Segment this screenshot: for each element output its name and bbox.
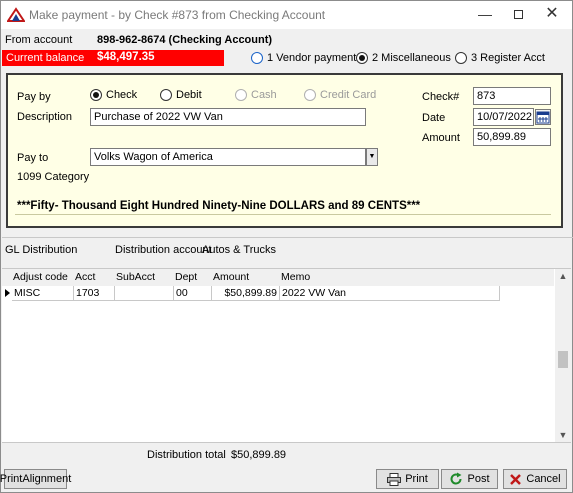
radio-circle-icon <box>160 89 172 101</box>
grid-header: Adjust code Acct SubAcct Dept Amount Mem… <box>2 269 554 286</box>
radio-credit-card: Credit Card <box>304 89 376 101</box>
amount-label: Amount <box>422 132 460 144</box>
col-acct[interactable]: Acct <box>75 271 95 283</box>
minimize-button[interactable]: — <box>468 1 502 29</box>
post-refresh-icon <box>451 472 462 485</box>
print-button[interactable]: Print <box>376 469 439 489</box>
check-panel: Pay by Check Debit Cash Credit Card Desc… <box>6 73 563 228</box>
cell-acct[interactable]: 1703 <box>74 286 115 301</box>
date-label: Date <box>422 112 446 124</box>
category-1099-label: 1099 Category <box>17 171 90 183</box>
date-field[interactable]: 10/07/2022 <box>473 108 534 126</box>
radio-register-acct[interactable]: 3 Register Acct <box>455 52 545 64</box>
post-button[interactable]: Post <box>441 469 498 489</box>
radio-circle-icon <box>235 89 247 101</box>
cancel-x-icon <box>510 473 522 485</box>
radio-circle-icon <box>455 52 467 64</box>
radio-check[interactable]: Check <box>90 89 137 101</box>
check-number-field[interactable]: 873 <box>473 87 551 105</box>
cell-adjust-code[interactable]: MISC <box>12 286 74 301</box>
radio-label: 2 Miscellaneous <box>372 52 451 64</box>
print-alignment-label: PrintAlignment <box>0 473 72 485</box>
radio-cash: Cash <box>235 89 277 101</box>
window-title: Make payment - by Check #873 from Checki… <box>29 8 326 22</box>
radio-circle-icon <box>251 52 263 64</box>
scroll-up-icon[interactable]: ▲ <box>555 269 571 283</box>
col-adjust-code[interactable]: Adjust code <box>13 271 68 283</box>
calendar-button[interactable] <box>535 109 551 125</box>
radio-debit[interactable]: Debit <box>160 89 202 101</box>
scroll-thumb[interactable] <box>558 351 568 368</box>
radio-label: 1 Vendor payment <box>267 52 357 64</box>
radio-label: Check <box>106 89 138 101</box>
cancel-label: Cancel <box>526 473 561 485</box>
print-label: Print <box>405 473 428 485</box>
distribution-account-value: Autos & Trucks <box>202 244 276 256</box>
section-divider <box>2 237 573 238</box>
post-label: Post <box>467 473 490 485</box>
amount-in-words: ***Fifty- Thousand Eight Hundred Ninety-… <box>17 200 421 212</box>
cancel-button[interactable]: Cancel <box>503 469 567 489</box>
amount-words-underline <box>15 214 551 215</box>
check-number-label: Check# <box>422 91 460 103</box>
pay-by-label: Pay by <box>17 91 51 103</box>
col-subacct[interactable]: SubAcct <box>116 271 155 283</box>
radio-label: Debit <box>176 89 202 101</box>
distribution-total-label: Distribution total <box>147 449 226 461</box>
radio-miscellaneous[interactable]: 2 Miscellaneous <box>356 52 451 64</box>
title-bar: Make payment - by Check #873 from Checki… <box>1 1 572 29</box>
pay-to-dropdown-button[interactable]: ▼ <box>366 148 378 166</box>
col-memo[interactable]: Memo <box>281 271 310 283</box>
vertical-scrollbar[interactable]: ▲ ▼ <box>555 269 571 442</box>
radio-label: 3 Register Acct <box>471 52 545 64</box>
current-balance-value: $48,497.35 <box>97 51 155 63</box>
radio-selected-icon <box>356 52 368 64</box>
radio-selected-icon <box>90 89 102 101</box>
make-payment-window: Make payment - by Check #873 from Checki… <box>0 0 573 493</box>
radio-vendor-payment[interactable]: 1 Vendor payment <box>251 52 356 64</box>
gl-distribution-label: GL Distribution <box>5 244 78 256</box>
current-balance-label: Current balance <box>6 52 85 64</box>
from-account-label: From account <box>5 34 73 46</box>
cell-subacct[interactable] <box>115 286 174 301</box>
col-amount[interactable]: Amount <box>213 271 249 283</box>
close-button[interactable]: ✕ <box>535 1 569 29</box>
distribution-total-value: $50,899.89 <box>231 449 287 461</box>
radio-circle-icon <box>304 89 316 101</box>
description-label: Description <box>17 111 73 123</box>
maximize-icon <box>513 10 523 19</box>
pay-to-field[interactable]: Volks Wagon of America <box>90 148 366 166</box>
col-dept[interactable]: Dept <box>175 271 197 283</box>
radio-label: Cash <box>251 89 277 101</box>
radio-label: Credit Card <box>320 89 377 101</box>
maximize-button[interactable] <box>501 1 535 29</box>
current-balance-bar: Current balance $48,497.35 <box>2 50 224 66</box>
distribution-account-label: Distribution account <box>115 244 212 256</box>
print-alignment-button[interactable]: PrintAlignment <box>0 469 71 489</box>
cell-memo[interactable]: 2022 VW Van <box>280 286 500 301</box>
app-logo-icon <box>7 7 25 22</box>
amount-field[interactable]: 50,899.89 <box>473 128 551 146</box>
distribution-grid[interactable]: Adjust code Acct SubAcct Dept Amount Mem… <box>2 268 571 443</box>
description-field[interactable]: Purchase of 2022 VW Van <box>90 108 366 126</box>
current-row-indicator-icon <box>5 289 10 297</box>
pay-to-label: Pay to <box>17 152 49 164</box>
from-account-value: 898-962-8674 (Checking Account) <box>97 34 273 46</box>
printer-icon <box>387 472 402 486</box>
table-row[interactable]: MISC 1703 00 $50,899.89 2022 VW Van <box>2 286 554 301</box>
cell-amount[interactable]: $50,899.89 <box>212 286 280 301</box>
scroll-down-icon[interactable]: ▼ <box>555 428 571 442</box>
calendar-icon <box>536 111 550 124</box>
cell-dept[interactable]: 00 <box>174 286 212 301</box>
